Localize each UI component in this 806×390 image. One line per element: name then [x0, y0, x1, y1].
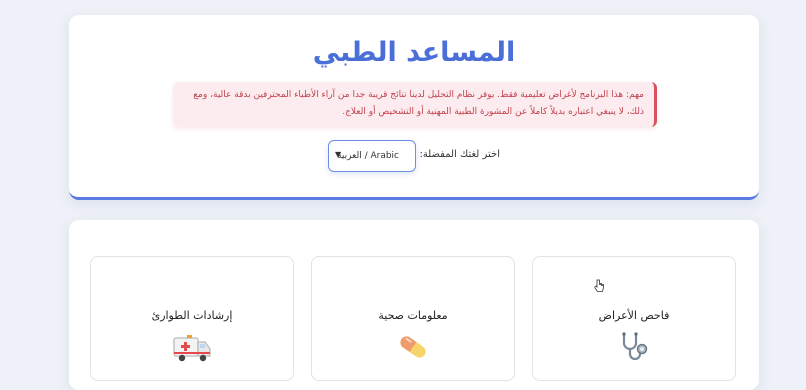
- disclaimer-alert: مهم: هذا البرنامج لأغراض تعليمية فقط. يو…: [173, 82, 657, 127]
- language-selected-value: العربية / Arabic: [337, 151, 399, 161]
- ambulance-icon: [173, 335, 211, 362]
- header-card: المساعد الطبي مهم: هذا البرنامج لأغراض ت…: [69, 15, 759, 200]
- tile-label: معلومات صحية: [378, 309, 448, 322]
- tile-health-info[interactable]: معلومات صحية: [311, 256, 515, 381]
- pill-icon: [400, 336, 426, 358]
- chevron-down-icon: ▼: [335, 150, 342, 159]
- tile-label: إرشادات الطوارئ: [151, 309, 233, 322]
- tile-label: فاحص الأعراض: [598, 309, 670, 322]
- tile-symptom-checker[interactable]: فاحص الأعراض: [532, 256, 736, 381]
- tile-emergency-guidelines[interactable]: إرشادات الطوارئ: [90, 256, 294, 381]
- language-select[interactable]: العربية / Arabic ▼: [328, 140, 416, 172]
- hand-cursor-icon: [594, 279, 604, 292]
- language-row: اختر لغتك المفضلة: العربية / Arabic ▼: [69, 140, 759, 172]
- page-title: المساعد الطبي: [312, 37, 516, 68]
- language-label: اختر لغتك المفضلة:: [419, 149, 500, 160]
- disclaimer-line-1: مهم: هذا البرنامج لأغراض تعليمية فقط. يو…: [193, 90, 644, 100]
- stethoscope-icon: [622, 332, 648, 361]
- features-card: إرشادات الطوارئ معلومات صحية فاحص الأعرا…: [69, 220, 759, 390]
- disclaimer-line-2: ذلك، لا ينبغي اعتباره بديلاً كاملاً عن ا…: [342, 107, 644, 117]
